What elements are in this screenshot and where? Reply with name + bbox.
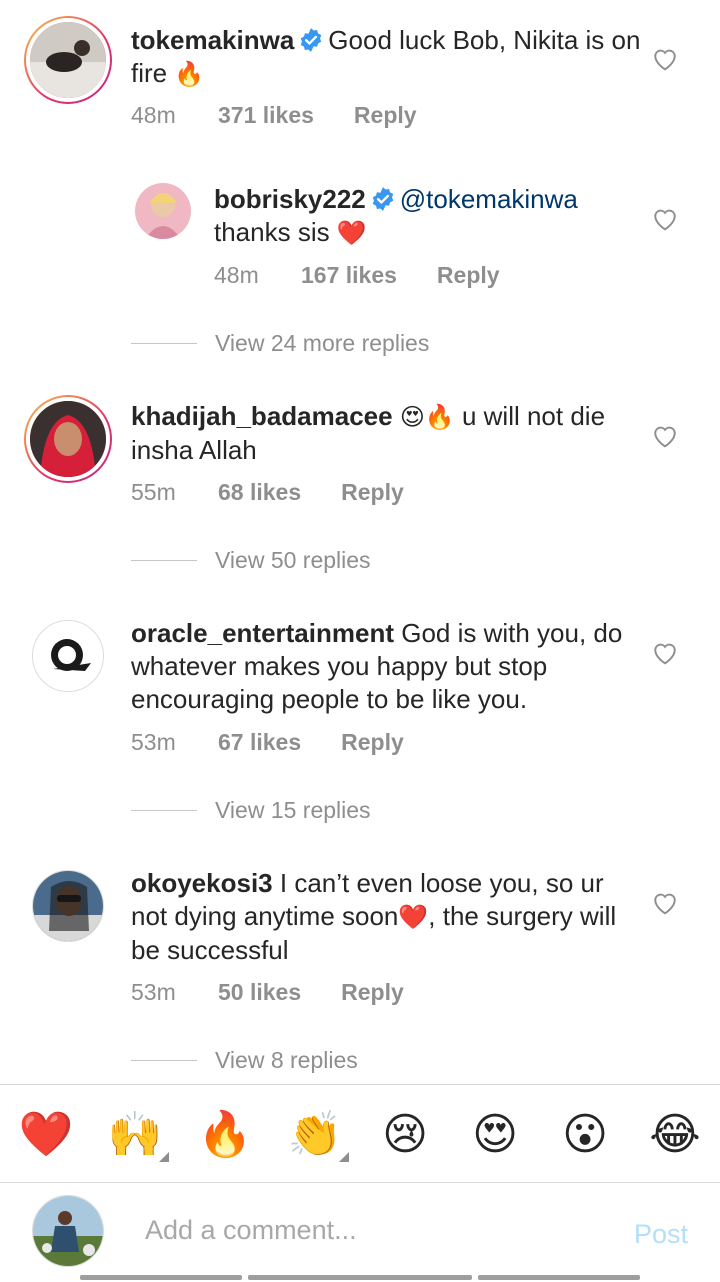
emoji-glyph: 👏	[287, 1109, 343, 1160]
emoji-glyph: 😢	[382, 1108, 428, 1160]
nav-indicator	[80, 1275, 242, 1280]
reply-button[interactable]: Reply	[341, 979, 404, 1006]
view-replies-button[interactable]: View 24 more replies	[131, 330, 429, 357]
avatar-photo	[33, 621, 103, 691]
view-replies-label: View 50 replies	[215, 547, 371, 573]
verified-badge-icon	[301, 28, 322, 52]
fire-emoji[interactable]: 🔥	[195, 1104, 255, 1164]
avatar[interactable]	[24, 395, 112, 483]
comment-meta: 48m 167 likes Reply	[214, 262, 500, 289]
likes-count[interactable]: 371 likes	[218, 102, 314, 129]
clapping-hands-emoji[interactable]: 👏	[285, 1104, 349, 1164]
emoji-glyph: 😂	[649, 1108, 701, 1160]
likes-count[interactable]: 67 likes	[218, 729, 301, 756]
timestamp: 53m	[131, 729, 176, 755]
divider-line	[131, 343, 197, 344]
divider-line	[131, 1060, 197, 1061]
avatar-photo	[33, 1196, 103, 1266]
emoji-glyph: 🙌	[107, 1109, 163, 1160]
timestamp: 55m	[131, 479, 176, 505]
view-replies-label: View 8 replies	[215, 1047, 358, 1073]
comment-meta: 55m 68 likes Reply	[131, 479, 404, 506]
emoji-glyph: 🔥	[197, 1109, 253, 1160]
like-heart-icon[interactable]	[652, 424, 678, 448]
likes-count[interactable]: 50 likes	[218, 979, 301, 1006]
avatar[interactable]	[32, 620, 104, 692]
avatar-photo	[30, 401, 106, 477]
avatar-photo	[135, 183, 191, 239]
like-heart-icon[interactable]	[652, 641, 678, 665]
comment-text: tokemakinwa Good luck Bob, Nikita is on f…	[131, 24, 651, 91]
avatar-photo	[33, 871, 103, 941]
comment-input[interactable]: Add a comment...	[145, 1215, 357, 1246]
emoji-glyph: 😍	[472, 1108, 518, 1160]
skin-tone-indicator-icon	[339, 1152, 349, 1162]
reply-button[interactable]: Reply	[437, 262, 500, 289]
tears-of-joy-emoji[interactable]: 😂	[645, 1104, 705, 1164]
mention-link[interactable]: @tokemakinwa	[400, 184, 578, 214]
username[interactable]: khadijah_badamacee	[131, 401, 393, 431]
like-heart-icon[interactable]	[652, 207, 678, 231]
divider-line	[131, 560, 197, 561]
likes-count[interactable]: 68 likes	[218, 479, 301, 506]
username[interactable]: tokemakinwa	[131, 25, 294, 55]
timestamp: 53m	[131, 979, 176, 1005]
raising-hands-emoji[interactable]: 🙌	[105, 1104, 169, 1164]
verified-badge-icon	[372, 187, 393, 211]
username[interactable]: bobrisky222	[214, 184, 366, 214]
view-replies-label: View 24 more replies	[215, 330, 430, 356]
like-heart-icon[interactable]	[652, 47, 678, 71]
emoji-quick-bar: ❤️ 🙌 🔥 👏 😢 😍 😮 😂	[0, 1086, 720, 1182]
reply-button[interactable]: Reply	[341, 729, 404, 756]
heart-eyes-emoji[interactable]: 😍	[465, 1104, 525, 1164]
surprised-face-emoji[interactable]: 😮	[555, 1104, 615, 1164]
timestamp: 48m	[131, 102, 176, 128]
emoji-glyph: ❤️	[18, 1109, 74, 1160]
like-heart-icon[interactable]	[652, 891, 678, 915]
comment-meta: 53m 50 likes Reply	[131, 979, 404, 1006]
avatar[interactable]	[135, 183, 191, 239]
my-avatar	[32, 1195, 104, 1267]
timestamp: 48m	[214, 262, 259, 288]
comment-meta: 48m 371 likes Reply	[131, 102, 417, 129]
comment-text: okoyekosi3 I can’t even loose you, so ur…	[131, 867, 631, 967]
view-replies-button[interactable]: View 15 replies	[131, 797, 371, 824]
red-heart-emoji[interactable]: ❤️	[16, 1104, 76, 1164]
heart-eyes-fire-emoji: 😍🔥	[399, 403, 455, 431]
skin-tone-indicator-icon	[159, 1152, 169, 1162]
nav-indicator	[478, 1275, 640, 1280]
divider-line	[131, 810, 197, 811]
comment-text: bobrisky222 @tokemakinwa thanks sis ❤️	[214, 183, 634, 250]
post-button[interactable]: Post	[634, 1219, 688, 1250]
crying-face-emoji[interactable]: 😢	[375, 1104, 435, 1164]
nav-indicator	[248, 1275, 472, 1280]
comment-text: oracle_entertainment God is with you, do…	[131, 617, 631, 716]
view-replies-label: View 15 replies	[215, 797, 371, 823]
heart-emoji: ❤️	[398, 903, 429, 931]
avatar[interactable]	[24, 16, 112, 104]
view-replies-button[interactable]: View 50 replies	[131, 547, 371, 574]
view-replies-button[interactable]: View 8 replies	[131, 1047, 358, 1074]
reply-button[interactable]: Reply	[341, 479, 404, 506]
heart-emoji: ❤️	[336, 219, 367, 247]
avatar[interactable]	[32, 870, 104, 942]
comment-body: thanks sis	[214, 217, 330, 247]
comment-composer: Add a comment... Post	[0, 1183, 720, 1282]
username[interactable]: oracle_entertainment	[131, 618, 394, 648]
emoji-bar-top-divider	[0, 1084, 720, 1085]
comment-meta: 53m 67 likes Reply	[131, 729, 404, 756]
reply-button[interactable]: Reply	[354, 102, 417, 129]
avatar-photo	[30, 22, 106, 98]
emoji-glyph: 😮	[562, 1108, 608, 1160]
likes-count[interactable]: 167 likes	[301, 262, 397, 289]
fire-emoji: 🔥	[174, 60, 205, 88]
username[interactable]: okoyekosi3	[131, 868, 273, 898]
comment-text: khadijah_badamacee 😍🔥 u will not die ins…	[131, 400, 641, 467]
